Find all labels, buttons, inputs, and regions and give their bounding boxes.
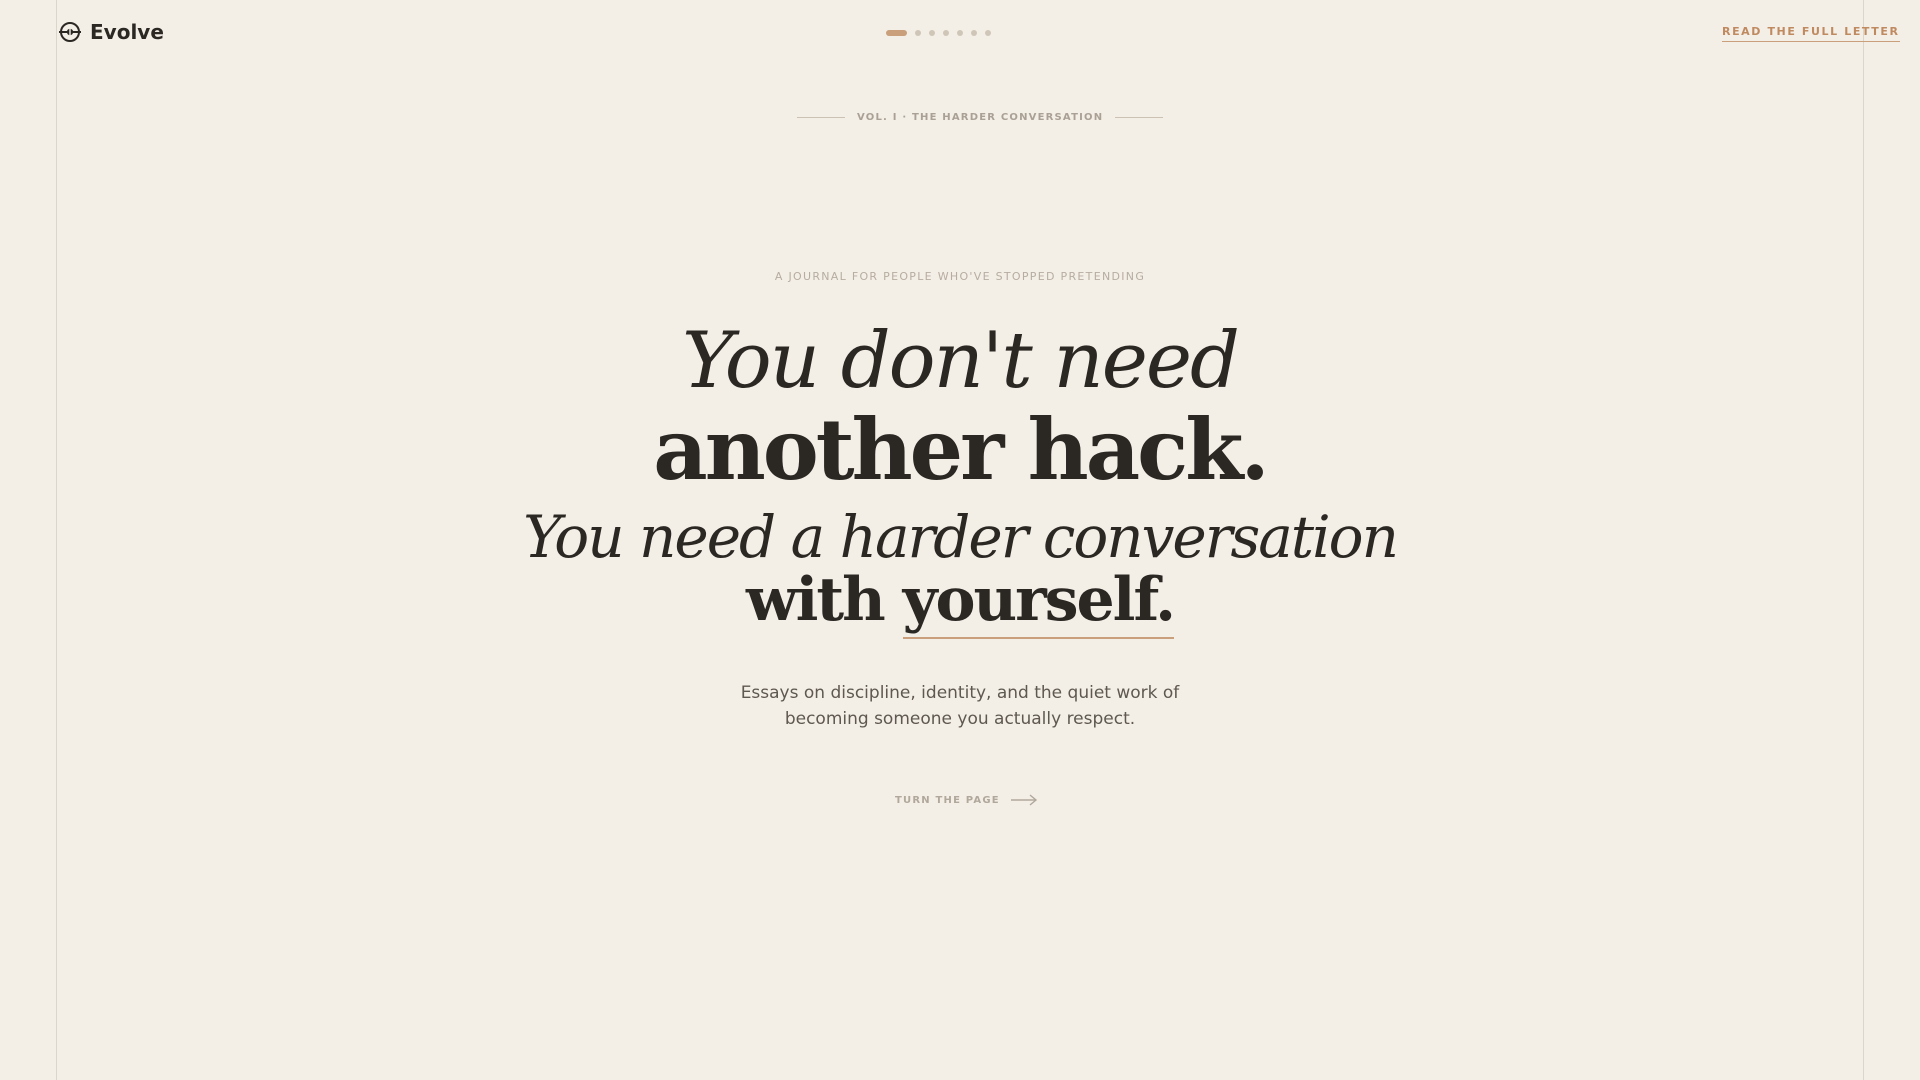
hero-description: Essays on discipline, identity, and the … [0,680,1920,732]
headline-line-4: with yourself. [0,565,1920,639]
read-full-letter-link[interactable]: READ THE FULL LETTER [1722,25,1900,42]
page-dot-4[interactable] [943,30,949,36]
volume-text: VOL. I · THE HARDER CONVERSATION [857,112,1104,123]
page-dot-1[interactable] [886,30,907,36]
turn-page-label: TURN THE PAGE [895,794,1000,806]
compass-icon [58,20,82,44]
arrow-right-icon [1010,794,1038,806]
volume-rule-left [797,117,845,118]
brand-name: Evolve [90,20,164,44]
page-dot-3[interactable] [929,30,935,36]
page-dot-2[interactable] [915,30,921,36]
headline-emphasis: yourself. [902,565,1176,639]
page-dot-7[interactable] [985,30,991,36]
page: Evolve READ THE FULL LETTER VOL. I · THE… [0,0,1920,1080]
hero-description-line-1: Essays on discipline, identity, and the … [740,683,1180,703]
headline-line-4-prefix: with [745,565,886,635]
headline-line-3: You need a harder conversation [523,503,1399,571]
hero-kicker: A JOURNAL FOR PEOPLE WHO'VE STOPPED PRET… [774,270,1146,283]
brand-logo[interactable]: Evolve [58,20,164,44]
page-indicator [886,30,991,36]
hero-description-line-2: becoming someone you actually respect. [784,709,1136,729]
page-dot-5[interactable] [957,30,963,36]
turn-page-button[interactable]: TURN THE PAGE [895,794,1038,806]
volume-rule-right [1115,117,1164,118]
page-dot-6[interactable] [971,30,977,36]
volume-label: VOL. I · THE HARDER CONVERSATION [797,112,1164,123]
headline-line-1: You don't need [682,316,1240,406]
headline-line-2: another hack. [653,400,1269,499]
